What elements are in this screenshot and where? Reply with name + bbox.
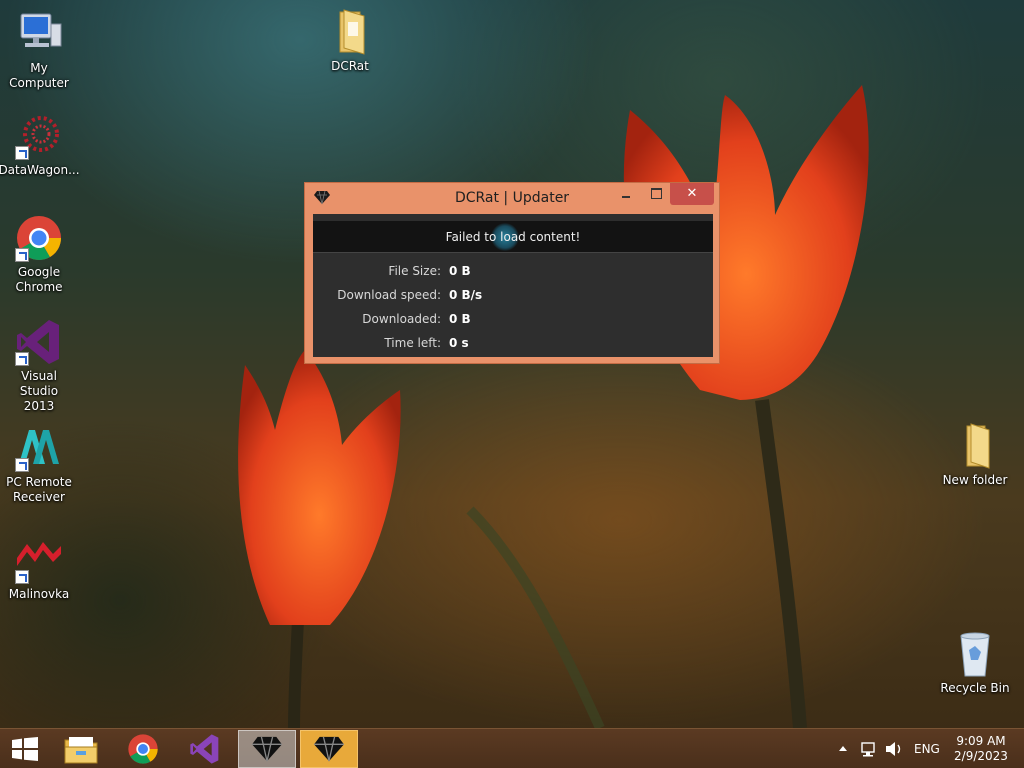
desktop-icon-label: Google Chrome [15, 265, 63, 294]
updater-window: DCRat | Updater ✕ Failed to load content… [304, 182, 720, 364]
desktop-icon-label: Visual Studio 2013 [19, 369, 59, 413]
taskbar-visual-studio[interactable] [176, 730, 234, 768]
pc-remote-icon [15, 424, 63, 472]
info-value: 0 s [449, 336, 469, 350]
malinovka-icon [15, 536, 63, 584]
desktop-icon-my-computer[interactable]: My Computer [0, 10, 79, 91]
desktop-icon-new-folder[interactable]: New folder [935, 422, 1015, 488]
info-row-download-speed: Download speed: 0 B/s [313, 288, 713, 306]
info-label: Download speed: [337, 288, 441, 302]
window-content: Failed to load content! File Size: 0 B D… [313, 214, 713, 357]
info-label: Time left: [384, 336, 441, 350]
desktop-icon-recycle-bin[interactable]: Recycle Bin [935, 630, 1015, 696]
desktop-icon-label: DataWagon... [0, 163, 80, 177]
chevron-up-icon [839, 746, 847, 751]
visual-studio-icon [15, 318, 63, 366]
computer-icon [15, 10, 63, 58]
clock-date: 2/9/2023 [954, 749, 1008, 763]
diamond-icon [252, 736, 282, 762]
taskbar: ENG 9:09 AM 2/9/2023 [0, 728, 1024, 768]
folder-icon [326, 8, 374, 56]
language-indicator[interactable]: ENG [914, 742, 940, 756]
taskbar-dcrat-updater[interactable] [300, 730, 358, 768]
wallpaper-tulips [238, 85, 869, 731]
shortcut-arrow-icon [15, 248, 29, 262]
recycle-bin-icon [951, 630, 999, 678]
info-label: Downloaded: [362, 312, 441, 326]
close-button[interactable]: ✕ [670, 183, 714, 205]
clock-time: 9:09 AM [956, 734, 1006, 748]
folder-icon [951, 422, 999, 470]
info-row-file-size: File Size: 0 B [313, 264, 713, 282]
minimize-button[interactable] [613, 183, 639, 205]
chrome-icon [128, 734, 158, 764]
chrome-icon [15, 214, 63, 262]
desktop-icon-pc-remote-receiver[interactable]: PC Remote Receiver [0, 424, 79, 505]
window-title-bar[interactable]: DCRat | Updater ✕ [305, 183, 719, 213]
info-row-downloaded: Downloaded: 0 B [313, 312, 713, 330]
datawagon-icon [15, 112, 63, 160]
info-value: 0 B/s [449, 288, 483, 302]
desktop-icon-label: Malinovka [8, 587, 70, 601]
network-status[interactable] [860, 729, 880, 768]
taskbar-dcrat-app[interactable] [238, 730, 296, 768]
start-button[interactable] [0, 730, 50, 768]
desktop-icon-google-chrome[interactable]: Google Chrome [0, 214, 79, 295]
desktop-icon-visual-studio[interactable]: Visual Studio 2013 [0, 318, 79, 414]
desktop-icon-dcrat-folder[interactable]: DCRat [310, 8, 390, 74]
status-banner: Failed to load content! [313, 221, 713, 253]
info-value: 0 B [449, 264, 471, 278]
file-explorer-icon [64, 737, 98, 764]
desktop-icon-datawagon[interactable]: DataWagon... [0, 112, 80, 178]
volume-control[interactable] [884, 729, 906, 768]
info-label: File Size: [388, 264, 441, 278]
network-icon [861, 742, 875, 757]
desktop-icon-malinovka[interactable]: Malinovka [0, 536, 79, 602]
info-row-time-left: Time left: 0 s [313, 336, 713, 354]
desktop-icon-label: DCRat [331, 59, 369, 73]
show-hidden-icons-button[interactable] [838, 729, 852, 768]
system-clock[interactable]: 9:09 AM 2/9/2023 [948, 734, 1014, 764]
desktop-icon-label: New folder [942, 473, 1008, 487]
taskbar-chrome[interactable] [114, 730, 172, 768]
shortcut-arrow-icon [15, 458, 29, 472]
desktop-icon-label: Recycle Bin [940, 681, 1010, 695]
info-value: 0 B [449, 312, 471, 326]
desktop-icon-label: PC Remote Receiver [6, 475, 72, 504]
diamond-icon [314, 736, 344, 762]
taskbar-file-explorer[interactable] [52, 730, 110, 768]
maximize-button[interactable] [643, 183, 669, 205]
desktop-icon-label: My Computer [9, 61, 69, 90]
windows-start-icon [12, 737, 38, 761]
visual-studio-icon [190, 734, 219, 764]
shortcut-arrow-icon [15, 146, 29, 160]
shortcut-arrow-icon [15, 570, 29, 584]
speaker-icon [886, 742, 901, 756]
status-message: Failed to load content! [445, 230, 581, 244]
shortcut-arrow-icon [15, 352, 29, 366]
